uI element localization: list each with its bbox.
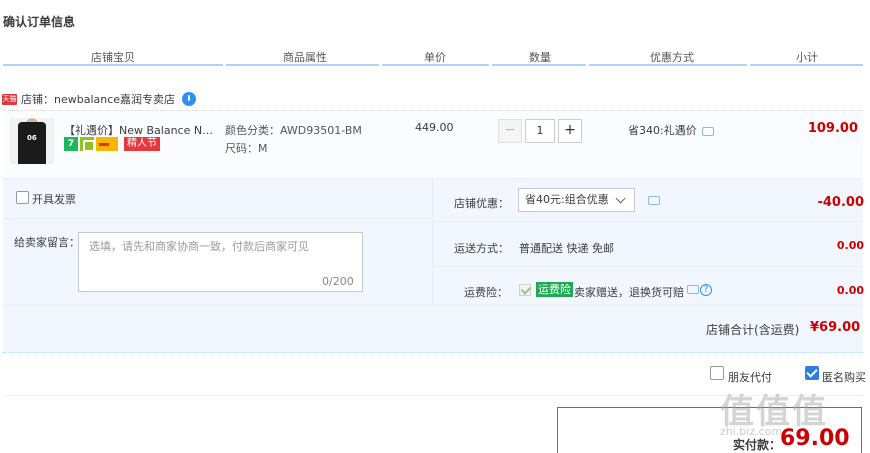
page-title: 确认订单信息 (3, 15, 76, 29)
product-title-link[interactable]: 【礼遇价】New Balance NB... (64, 122, 214, 138)
invoice-checkbox[interactable] (16, 191, 29, 204)
divider (432, 178, 433, 305)
shop-discount-amount: -40.00 (817, 195, 864, 210)
divider (433, 221, 863, 222)
divider (3, 352, 863, 353)
col-header-attributes: 商品属性 (283, 51, 327, 64)
thumb-number: 06 (27, 134, 37, 142)
shipping-label: 运送方式： (454, 242, 509, 255)
quantity-stepper: − 1 + (498, 119, 582, 145)
quantity-input[interactable]: 1 (525, 119, 555, 143)
tmall-icon: 天猫 (2, 93, 17, 105)
column-divider (589, 64, 747, 66)
col-header-quantity: 数量 (529, 51, 551, 64)
chat-icon[interactable] (648, 196, 660, 205)
shop-discount-label: 店铺优惠： (454, 197, 509, 210)
shop-total-amount: ¥69.00 (810, 320, 861, 335)
help-icon[interactable]: ? (700, 284, 712, 296)
shop-total-label: 店铺合计(含运费) (706, 323, 800, 337)
shop-name-link[interactable]: 店铺：newbalance嘉润专卖店 (21, 91, 175, 107)
divider (433, 266, 863, 267)
insurance-amount: 0.00 (836, 284, 864, 297)
quantity-minus-button[interactable]: − (498, 119, 522, 143)
unit-price: 449.00 (415, 121, 454, 134)
credit-card-icon (96, 137, 118, 151)
seller-message-placeholder: 选填，请先和商家协商一致，付款后商家可见 (89, 240, 309, 253)
anonymous-purchase-label[interactable]: 匿名购买 (822, 369, 866, 385)
insurance-description: 卖家赠送，退换货可赔 (574, 286, 684, 299)
product-size-attr: 尺码：M (225, 142, 268, 155)
shipping-amount: 0.00 (836, 239, 864, 252)
divider (3, 305, 863, 306)
watermark-text: zhi.biz.com (720, 425, 783, 438)
insurance-badge: 运费险 (536, 282, 573, 297)
column-divider (750, 64, 863, 66)
chat-icon[interactable] (687, 285, 699, 294)
friend-pay-label[interactable]: 朋友代付 (728, 369, 772, 385)
product-badges: 7 精人节 (64, 137, 160, 152)
festival-badge: 精人节 (124, 137, 160, 151)
wangwang-icon[interactable] (182, 92, 197, 106)
col-header-promotion: 优惠方式 (650, 51, 694, 64)
anonymous-purchase-checkbox[interactable] (805, 366, 819, 380)
shop-header: 天猫 店铺：newbalance嘉润专卖店 (2, 91, 197, 107)
product-thumbnail[interactable]: 06 (10, 118, 54, 164)
col-header-subtotal: 小计 (796, 51, 818, 64)
seller-message-counter: 0/200 (322, 275, 354, 288)
col-header-item: 店铺宝贝 (91, 51, 135, 64)
item-promotion: 省340:礼遇价 (628, 124, 697, 137)
column-divider (492, 64, 586, 66)
quantity-plus-button[interactable]: + (558, 119, 582, 143)
divider (3, 218, 432, 219)
insurance-label: 运费险： (464, 286, 508, 299)
product-color-attr: 颜色分类：AWD93501-BM (225, 124, 362, 137)
invoice-label[interactable]: 开具发票 (32, 191, 76, 207)
column-divider (3, 64, 223, 66)
payment-label: 实付款： (733, 438, 782, 452)
friend-pay-checkbox[interactable] (710, 366, 724, 380)
item-subtotal: 109.00 (807, 121, 858, 136)
col-header-unit-price: 单价 (424, 51, 446, 64)
column-divider (382, 64, 489, 66)
gift-icon (80, 137, 95, 152)
insurance-checkbox (519, 284, 531, 296)
chat-icon[interactable] (702, 127, 714, 136)
seven-day-return-icon: 7 (64, 137, 78, 151)
shipping-method: 普通配送 快递 免邮 (519, 242, 614, 255)
seller-message-label: 给卖家留言： (14, 236, 80, 249)
column-divider (226, 64, 379, 66)
